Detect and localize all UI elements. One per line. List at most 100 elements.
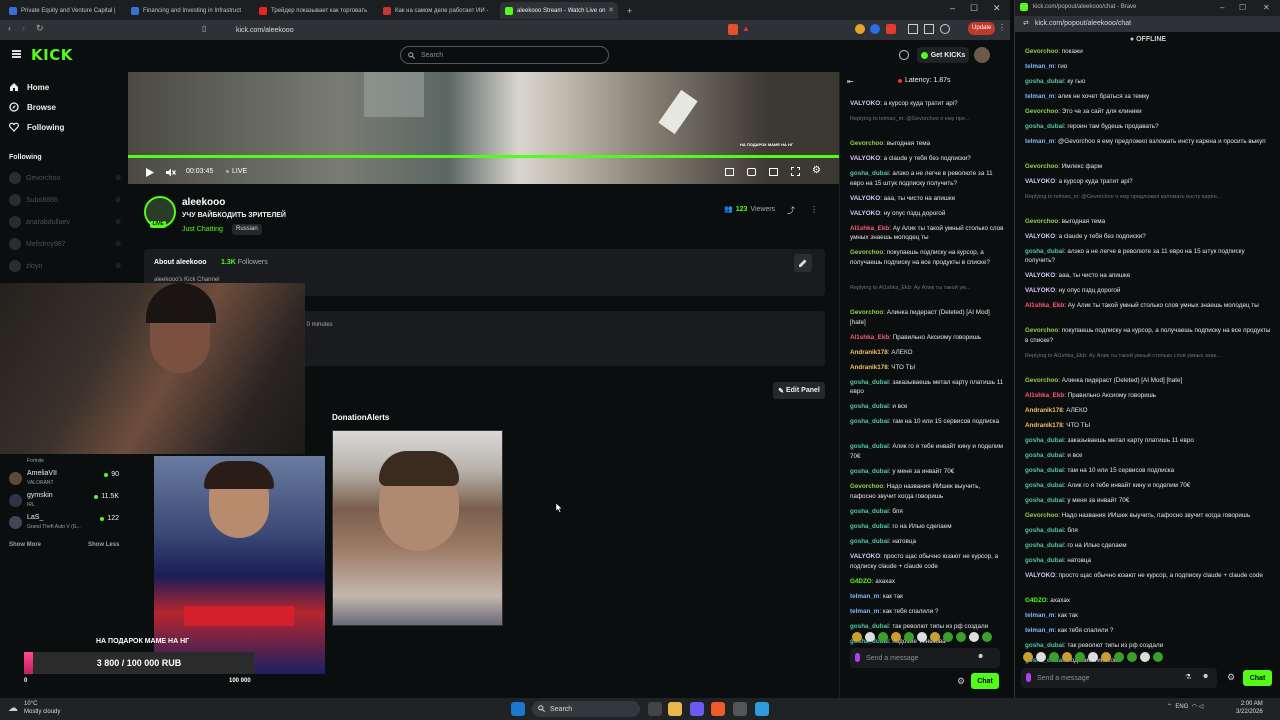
popout-address-bar[interactable]: ⇄ kick.com/popout/aleekooo/chat	[1015, 16, 1280, 32]
live-channel-item[interactable]: gymskin IRL 11.5K	[9, 492, 121, 514]
chat-username[interactable]: gosha_dubai	[1025, 542, 1064, 549]
chat-username[interactable]: Al1shka_Ekb	[850, 225, 889, 232]
extension-icon[interactable]	[886, 24, 896, 34]
emote-icon[interactable]	[1153, 652, 1163, 662]
sidebar-toggle-icon[interactable]	[908, 24, 918, 34]
chat-username[interactable]: VALYOKO	[850, 553, 880, 560]
emote-icon[interactable]	[1088, 652, 1098, 662]
chat-username[interactable]: telman_m	[1025, 612, 1054, 619]
extension-icon[interactable]	[870, 24, 880, 34]
chat-username[interactable]: Al1shka_Ekb	[850, 334, 889, 341]
brave-icon[interactable]	[711, 702, 725, 716]
chat-username[interactable]: Gevorchoo	[1025, 108, 1058, 115]
mute-icon[interactable]	[166, 168, 176, 177]
chat-username[interactable]: G4DZO	[1025, 597, 1047, 604]
chat-username[interactable]: Gevorchoo	[850, 140, 883, 147]
chat-username[interactable]: gosha_dubai	[1025, 527, 1064, 534]
emote-icon[interactable]	[878, 632, 888, 642]
emote-icon[interactable]	[1023, 652, 1033, 662]
emote-icon[interactable]	[1075, 652, 1085, 662]
chat-username[interactable]: Gevorchoo	[850, 309, 883, 316]
chat-username[interactable]: VALYOKO	[850, 210, 880, 217]
hamburger-icon[interactable]	[12, 50, 21, 52]
chat-username[interactable]: gosha_dubai	[850, 170, 889, 177]
chat-username[interactable]: VALYOKO	[1025, 572, 1055, 579]
minimize-icon[interactable]: –	[950, 3, 955, 13]
emote-icon[interactable]	[852, 632, 862, 642]
emote-icon[interactable]	[1114, 652, 1124, 662]
live-channel-item[interactable]: AmeliaVII VALORANT 90	[9, 470, 121, 492]
chat-username[interactable]: Andranik178	[850, 349, 888, 356]
back-icon[interactable]: ‹	[8, 23, 11, 33]
chat-username[interactable]: gosha_dubai	[1025, 452, 1064, 459]
chat-settings-icon[interactable]: ⚙	[957, 676, 965, 687]
forward-icon[interactable]: ›	[22, 23, 25, 33]
emote-icon[interactable]	[982, 632, 992, 642]
channel-name[interactable]: aleekooo	[182, 197, 225, 208]
task-view-icon[interactable]	[648, 702, 662, 716]
chat-username[interactable]: VALYOKO	[850, 155, 880, 162]
close-window-icon[interactable]: ✕	[993, 3, 1001, 14]
nav-home[interactable]: Home	[9, 82, 49, 92]
followed-channel-item[interactable]: Mellstroy987 ⊘	[9, 237, 121, 251]
app-icon[interactable]	[755, 702, 769, 716]
chat-username[interactable]: gosha_dubai	[1025, 497, 1064, 504]
maximize-icon[interactable]: ☐	[1239, 3, 1246, 12]
theater-icon[interactable]	[747, 168, 756, 176]
tab-private-equity[interactable]: Private Equity and Venture Capital |	[4, 2, 122, 19]
system-tray[interactable]: ⌃ ENG ◠ ◁	[1167, 703, 1203, 710]
site-info-icon[interactable]: ⇄	[1023, 19, 1029, 27]
edit-about-button[interactable]	[794, 254, 812, 272]
chat-username[interactable]: VALYOKO	[1025, 272, 1055, 279]
fullscreen-icon[interactable]	[791, 167, 800, 176]
chat-username[interactable]: VALYOKO	[850, 100, 880, 107]
chat-username[interactable]: G4DZO	[850, 578, 872, 585]
chat-username[interactable]: gosha_dubai	[850, 538, 889, 545]
nav-following[interactable]: Following	[9, 122, 64, 132]
chat-settings-icon[interactable]: ⚙	[1227, 672, 1235, 683]
followed-channel-item[interactable]: Gevorchoo ⊘	[9, 171, 121, 185]
mic-icon[interactable]	[1026, 673, 1031, 682]
live-channel-item[interactable]: LaS_ Grand Theft Auto V (G... 122	[9, 514, 121, 536]
clock[interactable]: 2:00 AM 3/22/2026	[1236, 700, 1263, 716]
menu-icon[interactable]: ⋮	[998, 23, 1006, 32]
chat-username[interactable]: Gevorchoo	[850, 483, 883, 490]
weather-widget[interactable]: 10°C Mostly cloudy	[24, 700, 60, 716]
chat-username[interactable]: gosha_dubai	[850, 468, 889, 475]
chat-username[interactable]: gosha_dubai	[1025, 78, 1064, 85]
minimize-icon[interactable]: –	[1220, 3, 1224, 12]
collapse-chat-icon[interactable]: ⇤	[847, 77, 854, 86]
kick-logo[interactable]: KICK	[31, 46, 73, 64]
emote-icon[interactable]	[1101, 652, 1111, 662]
followed-channel-item[interactable]: anarabdullaev ⊘	[9, 215, 121, 229]
chat-username[interactable]: Andranik178	[850, 364, 888, 371]
emote-picker-icon[interactable]: ☻	[977, 653, 984, 660]
chat-username[interactable]: telman_m	[1025, 627, 1054, 634]
chat-username[interactable]: VALYOKO	[1025, 287, 1055, 294]
url-field[interactable]: kick.com/aleekooo	[198, 22, 758, 38]
emote-icon[interactable]	[1049, 652, 1059, 662]
emote-icon[interactable]	[943, 632, 953, 642]
settings-icon[interactable]: ⚙	[812, 165, 821, 176]
chat-username[interactable]: gosha_dubai	[850, 418, 889, 425]
chat-username[interactable]: gosha_dubai	[850, 379, 889, 386]
emote-icon[interactable]	[891, 632, 901, 642]
show-more-button[interactable]: Show More	[9, 542, 41, 548]
chat-username[interactable]: gosha_dubai	[1025, 482, 1064, 489]
chat-username[interactable]: gosha_dubai	[850, 508, 889, 515]
share-icon[interactable]: ⤴	[787, 205, 795, 216]
app-icon[interactable]	[733, 702, 747, 716]
weather-icon[interactable]: ☁	[8, 703, 18, 714]
chat-username[interactable]: gosha_dubai	[1025, 467, 1064, 474]
chat-username[interactable]: gosha_dubai	[850, 623, 889, 630]
language-tag[interactable]: Russian	[232, 224, 262, 235]
chat-username[interactable]: Andranik178	[1025, 422, 1063, 429]
followed-channel-item[interactable]: Subo8886 ⊘	[9, 193, 121, 207]
get-kicks-button[interactable]: Get KICKs	[917, 47, 969, 63]
chat-username[interactable]: gosha_dubai	[850, 443, 889, 450]
chat-username[interactable]: telman_m	[850, 593, 879, 600]
emote-icon[interactable]	[1062, 652, 1072, 662]
play-icon[interactable]	[146, 168, 154, 177]
new-tab-button[interactable]: +	[622, 2, 632, 19]
emote-icon[interactable]	[1036, 652, 1046, 662]
